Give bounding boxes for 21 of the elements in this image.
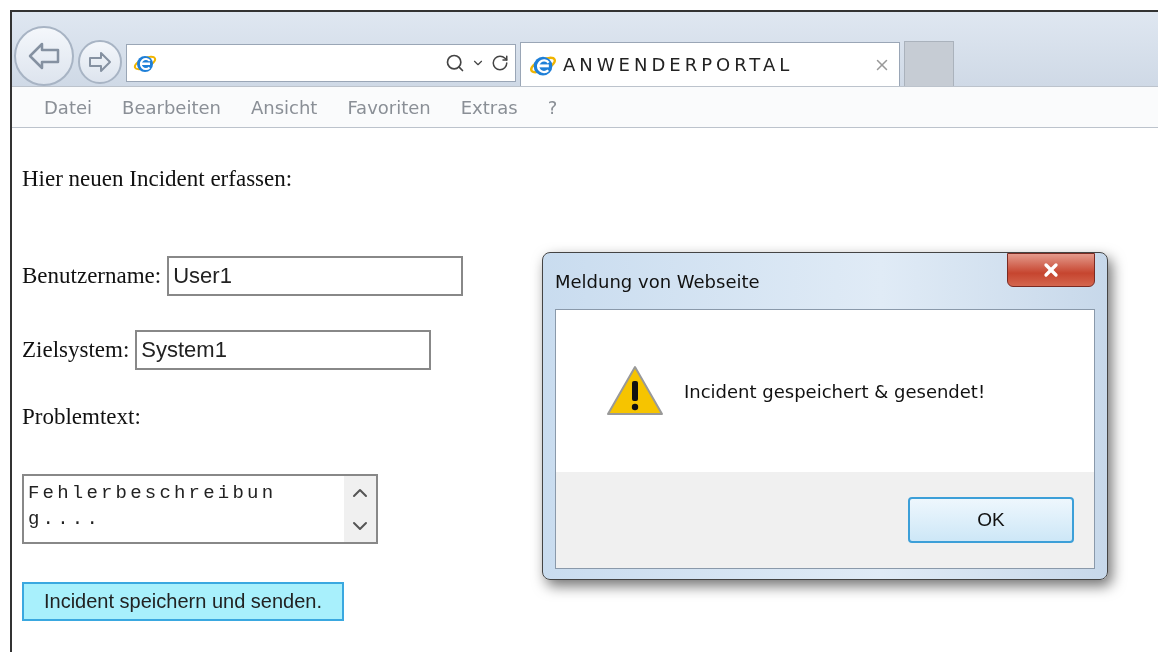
field-label: Zielsystem: [22,337,130,363]
submit-button[interactable]: Incident speichern und senden. [22,582,344,621]
close-icon [1041,260,1061,280]
warning-icon [606,365,664,417]
dialog-title: Meldung von Webseite [555,270,760,292]
browser-tab[interactable]: ANWENDERPORTAL [520,42,900,86]
close-button[interactable] [1007,253,1095,287]
field-label: Problemtext: [22,404,141,430]
field-label: Benutzername: [22,263,162,289]
forward-arrow-icon [88,51,112,73]
forward-button[interactable] [78,40,122,84]
text-input[interactable]: User1 [167,256,464,296]
textarea-field[interactable]: Fehlerbeschreibung.... [22,474,378,544]
page-heading: Hier neuen Incident erfassen: [22,166,293,192]
ok-button[interactable]: OK [908,497,1074,543]
dialog-message: Incident gespeichert & gesendet! [684,380,986,402]
search-icon[interactable] [445,53,465,73]
text-input[interactable]: System1 [135,330,432,370]
back-arrow-icon [27,41,61,71]
refresh-icon[interactable] [491,54,509,72]
back-button[interactable] [14,26,74,86]
